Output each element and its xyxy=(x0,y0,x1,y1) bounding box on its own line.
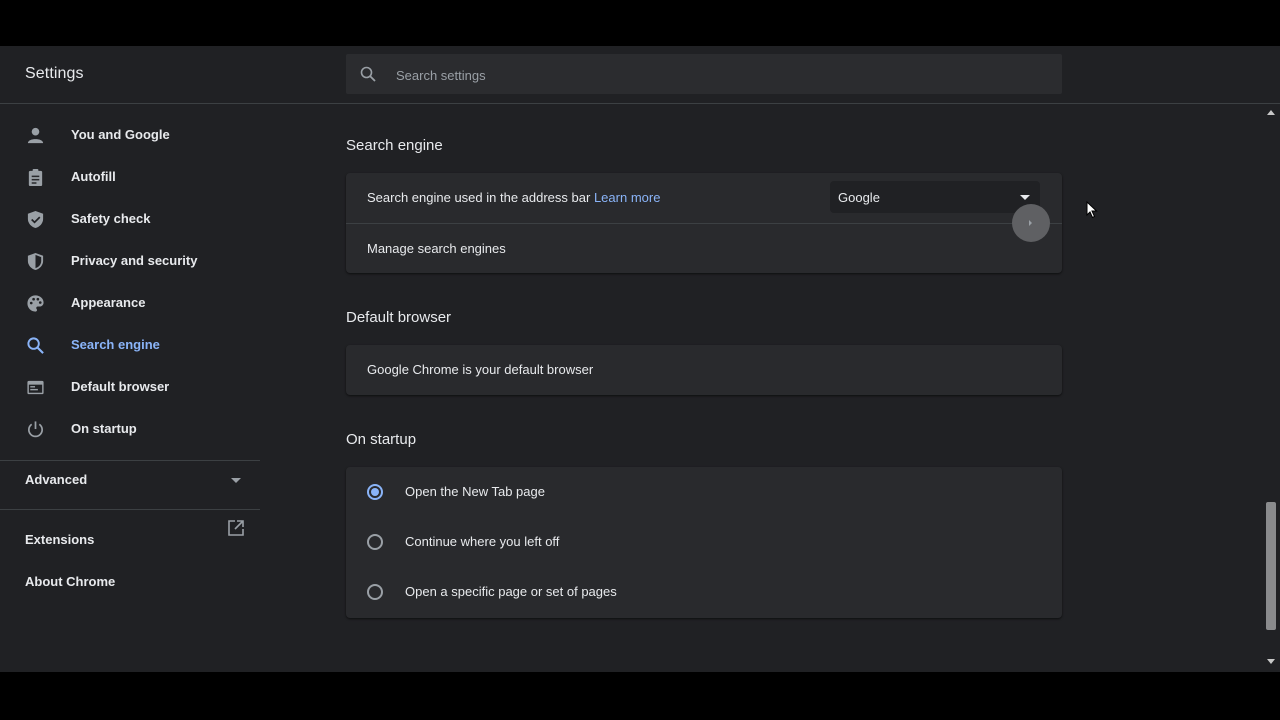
sidebar-item-label: Privacy and security xyxy=(71,253,198,268)
search-icon xyxy=(27,337,44,354)
sidebar-about-chrome-link[interactable]: About Chrome xyxy=(25,574,115,589)
sidebar-item-label: Search engine xyxy=(71,337,160,352)
page-title: Settings xyxy=(25,65,84,82)
chevron-down-icon[interactable] xyxy=(231,478,241,483)
sidebar-item-privacy-and-security[interactable]: Privacy and security xyxy=(0,240,260,282)
startup-option-label: Open a specific page or set of pages xyxy=(405,584,617,599)
on-startup-card: Open the New Tab page Continue where you… xyxy=(346,467,1062,618)
address-bar-engine-label: Search engine used in the address bar xyxy=(367,190,591,205)
scrollbar-thumb[interactable] xyxy=(1266,502,1276,630)
default-browser-card: Google Chrome is your default browser xyxy=(346,345,1062,395)
power-icon xyxy=(28,421,43,438)
sidebar-item-label: Autofill xyxy=(71,169,116,184)
sidebar-item-label: Default browser xyxy=(71,379,170,394)
startup-option-specific-pages[interactable]: Open a specific page or set of pages xyxy=(346,567,1062,617)
sidebar: You and Google Autofill Safety check Pri… xyxy=(0,104,270,672)
section-title-on-startup: On startup xyxy=(346,431,417,448)
person-icon xyxy=(27,127,44,144)
row-divider xyxy=(346,223,1062,224)
startup-option-label: Continue where you left off xyxy=(405,534,560,549)
open-in-new-icon[interactable] xyxy=(227,519,245,537)
sidebar-item-search-engine[interactable]: Search engine xyxy=(0,324,260,366)
palette-icon xyxy=(27,295,44,312)
sidebar-item-label: You and Google xyxy=(71,127,170,142)
sidebar-item-label: Safety check xyxy=(71,211,151,226)
startup-option-continue[interactable]: Continue where you left off xyxy=(346,517,1062,567)
sidebar-item-label: Appearance xyxy=(71,295,146,310)
section-title-default-browser: Default browser xyxy=(346,309,452,326)
settings-toolbar: Settings xyxy=(0,46,1280,104)
sidebar-item-appearance[interactable]: Appearance xyxy=(0,282,260,324)
startup-option-new-tab[interactable]: Open the New Tab page xyxy=(346,467,1062,517)
sidebar-item-default-browser[interactable]: Default browser xyxy=(0,366,260,408)
sidebar-item-label: On startup xyxy=(71,421,137,436)
shield-check-icon xyxy=(27,210,44,229)
address-bar-engine-row: Search engine used in the address bar Le… xyxy=(367,190,660,205)
scroll-down-arrow-icon[interactable] xyxy=(1267,659,1275,664)
browser-icon xyxy=(27,380,44,395)
sidebar-item-you-and-google[interactable]: You and Google xyxy=(0,114,260,156)
clipboard-icon xyxy=(28,168,43,187)
search-input[interactable] xyxy=(394,54,1038,96)
sidebar-divider xyxy=(0,509,260,510)
learn-more-link[interactable]: Learn more xyxy=(594,190,660,205)
mouse-cursor-icon xyxy=(1086,201,1098,219)
search-engine-select[interactable]: Google xyxy=(830,181,1040,213)
search-engine-select-value: Google xyxy=(838,190,880,205)
scroll-up-arrow-icon[interactable] xyxy=(1267,110,1275,115)
sidebar-extensions-link[interactable]: Extensions xyxy=(25,532,94,547)
sidebar-item-autofill[interactable]: Autofill xyxy=(0,156,260,198)
sidebar-item-on-startup[interactable]: On startup xyxy=(0,408,260,450)
manage-search-engines-label[interactable]: Manage search engines xyxy=(367,241,506,256)
search-box[interactable] xyxy=(346,54,1062,96)
startup-option-label: Open the New Tab page xyxy=(405,484,545,499)
radio-button[interactable] xyxy=(367,534,383,550)
search-engine-card: Search engine used in the address bar Le… xyxy=(346,173,1062,273)
sidebar-item-safety-check[interactable]: Safety check xyxy=(0,198,260,240)
radio-button-checked[interactable] xyxy=(367,484,383,500)
section-title-search-engine: Search engine xyxy=(346,137,443,154)
settings-window: Settings You and Google Au xyxy=(0,46,1280,672)
shield-icon xyxy=(27,252,44,271)
search-icon xyxy=(360,66,376,82)
scrollbar[interactable] xyxy=(1262,104,1280,672)
manage-search-engines-button[interactable] xyxy=(1012,204,1050,242)
chevron-down-icon xyxy=(1020,195,1030,200)
default-browser-status: Google Chrome is your default browser xyxy=(367,362,594,377)
radio-button[interactable] xyxy=(367,584,383,600)
sidebar-divider xyxy=(0,460,260,461)
arrow-right-icon xyxy=(1029,220,1032,226)
sidebar-advanced-toggle[interactable]: Advanced xyxy=(25,472,87,487)
